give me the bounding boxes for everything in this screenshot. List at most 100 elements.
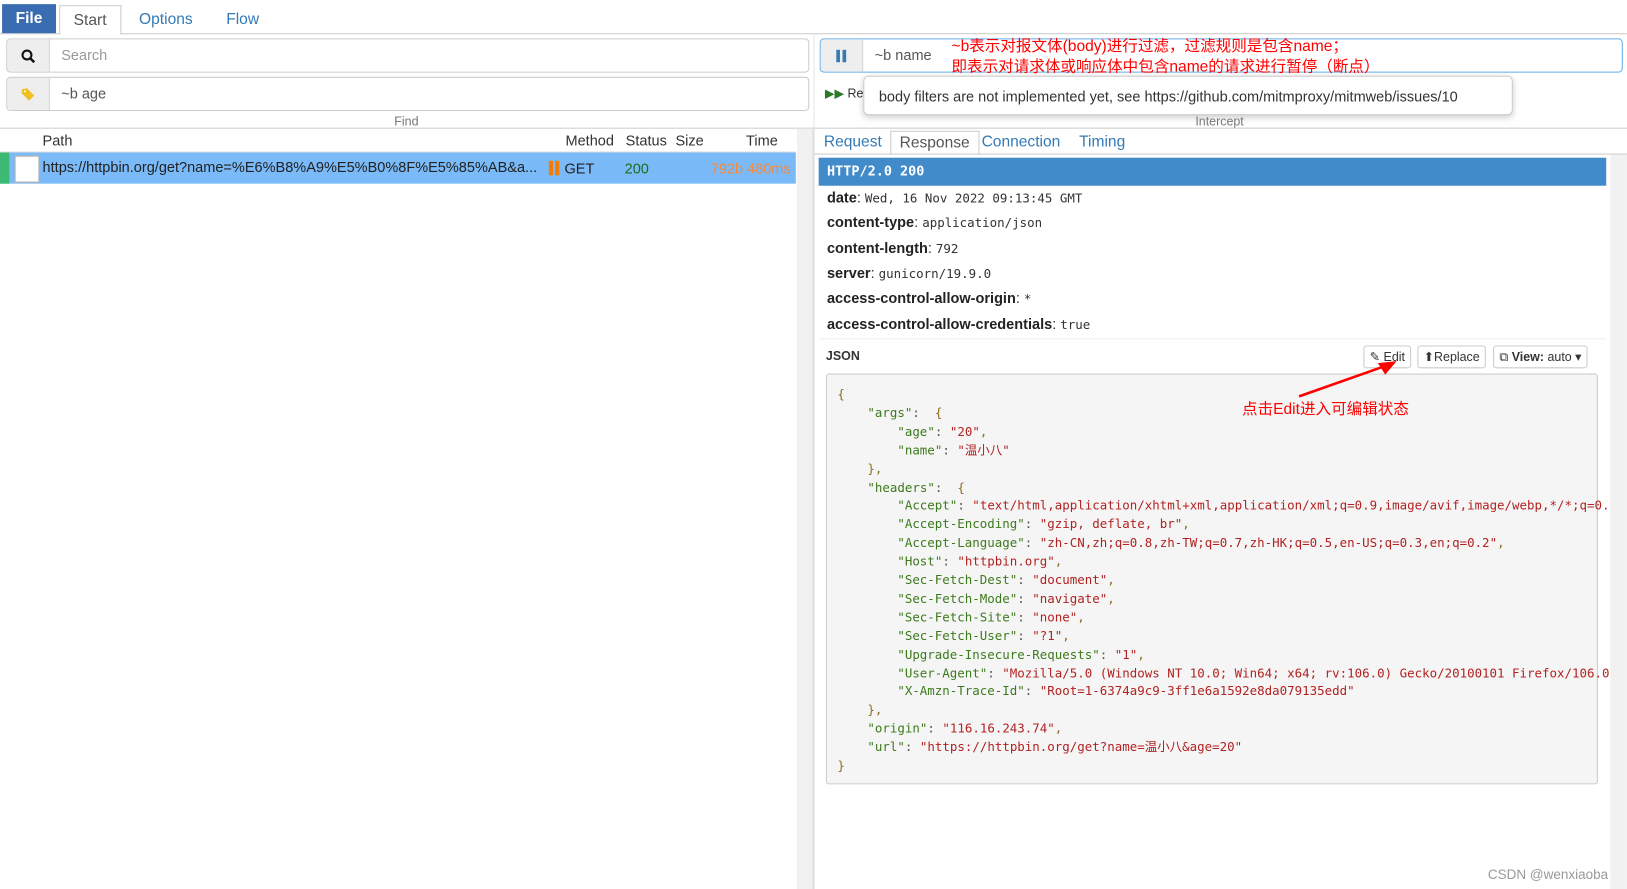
- json-line: },: [837, 459, 882, 478]
- json-line: "Sec-Fetch-Site": "none",: [897, 609, 1085, 625]
- header-row: content-length: 792: [826, 239, 959, 256]
- json-key: "age": [897, 424, 935, 439]
- json-string: "1": [1114, 647, 1138, 662]
- flow-status: 200: [624, 159, 649, 177]
- json-punct: ,: [1182, 517, 1190, 532]
- json-line: "args": {: [867, 405, 943, 421]
- json-line: }: [837, 756, 845, 775]
- tab-response[interactable]: Response: [890, 130, 980, 156]
- flow-table-header: Path Method Status Size Time: [0, 129, 796, 153]
- divider: [813, 33, 815, 129]
- response-status-line: HTTP/2.0 200: [818, 157, 1607, 186]
- splitter[interactable]: [812, 128, 815, 889]
- header-row: access-control-allow-origin: *: [826, 289, 1032, 307]
- header-value: true: [1060, 316, 1091, 332]
- json-key: "Sec-Fetch-Mode": [897, 591, 1018, 606]
- json-string: "text/html,application/xhtml+xml,applica…: [972, 498, 1624, 513]
- json-key: "headers": [867, 479, 935, 495]
- header-name: content-type: [826, 214, 915, 231]
- highlight-group: ~b age: [6, 76, 810, 112]
- json-line: "age": "20",: [897, 424, 988, 439]
- annotation-filter-1: ~b表示对报文体(body)进行过滤，过滤规则是包含name；: [951, 37, 1349, 55]
- header-value: *: [1023, 291, 1032, 307]
- json-punct: {: [927, 405, 943, 421]
- col-path[interactable]: Path: [43, 132, 73, 149]
- json-key: "Accept-Encoding": [897, 517, 1025, 532]
- json-punct: ,: [1054, 554, 1063, 569]
- header-name: server: [826, 264, 871, 282]
- col-size[interactable]: Size: [675, 132, 703, 149]
- tab-connection[interactable]: Connection: [973, 131, 1068, 154]
- search-group: Search: [6, 38, 810, 73]
- row-marker: [0, 152, 10, 184]
- tag-icon: [7, 77, 50, 110]
- highlight-input[interactable]: ~b age: [50, 78, 808, 110]
- header-value: Wed, 16 Nov 2022 09:13:45 GMT: [864, 190, 1083, 206]
- json-key: "Accept-Language": [897, 535, 1025, 551]
- json-string: "Root=1-6374a9c9-3ff1e6a1592e8da079135ed…: [1039, 684, 1355, 699]
- table-row[interactable]: https://httpbin.org/get?name=%E6%B8%A9%E…: [0, 152, 796, 184]
- json-punct: ,: [1054, 721, 1063, 736]
- header-value: gunicorn/19.9.0: [878, 266, 992, 282]
- col-status[interactable]: Status: [626, 132, 667, 149]
- annotation-edit: 点击Edit进入可编辑状态: [1242, 400, 1409, 419]
- resume-all-button[interactable]: ▶▶ Resume: [825, 86, 867, 101]
- json-line: "Sec-Fetch-Dest": "document",: [897, 572, 1115, 588]
- upload-icon: ⬆: [1423, 349, 1435, 365]
- header-row: server: gunicorn/19.9.0: [826, 264, 992, 282]
- search-icon: [7, 39, 50, 72]
- header-name: access-control-allow-credentials: [826, 314, 1053, 332]
- tab-options[interactable]: Options: [126, 5, 207, 33]
- header-name: date: [826, 188, 857, 206]
- tab-flow[interactable]: Flow: [213, 5, 273, 33]
- json-key: "User-Agent": [897, 665, 988, 681]
- json-body-viewer[interactable]: { "args": { "age": "20", "name": "温小八" }…: [825, 373, 1627, 785]
- col-method[interactable]: Method: [565, 132, 613, 149]
- tab-request[interactable]: Request: [816, 131, 891, 154]
- fast-forward-icon: ▶▶: [824, 86, 845, 101]
- json-line: "Sec-Fetch-User": "?1",: [897, 628, 1070, 643]
- tab-timing[interactable]: Timing: [1071, 131, 1134, 154]
- json-punct: ,: [1497, 535, 1505, 551]
- json-key: "origin": [867, 721, 928, 736]
- json-punct: },: [867, 702, 883, 718]
- header-row: date: Wed, 16 Nov 2022 09:13:45 GMT: [826, 188, 1083, 206]
- json-line: {: [837, 385, 845, 404]
- json-line: "User-Agent": "Mozilla/5.0 (Windows NT 1…: [837, 664, 1624, 683]
- search-input[interactable]: Search: [50, 39, 808, 71]
- header-value: application/json: [922, 216, 1043, 231]
- annotation-filter-2: 即表示对请求体或响应体中包含name的请求进行暂停（断点）: [951, 58, 1380, 76]
- json-key: "name": [897, 442, 943, 458]
- json-punct: ,: [1107, 591, 1115, 606]
- tab-start[interactable]: Start: [59, 5, 122, 36]
- tab-file[interactable]: File: [2, 4, 56, 34]
- json-line: "Accept": "text/html,application/xhtml+x…: [837, 496, 1627, 515]
- flow-list-scrollbar[interactable]: [796, 128, 813, 889]
- json-punct: {: [949, 479, 965, 495]
- json-key: "Accept": [897, 498, 958, 513]
- json-string: "httpbin.org": [957, 554, 1055, 569]
- divider: [818, 338, 1607, 340]
- col-time[interactable]: Time: [746, 132, 778, 149]
- mitmweb-window: File Start Options Flow Search ~b age Fi…: [0, 0, 1627, 889]
- json-key: "Sec-Fetch-Dest": [897, 572, 1018, 588]
- intercepted-icon-bar: [555, 160, 560, 176]
- json-line: "Upgrade-Insecure-Requests": "1",: [897, 647, 1145, 662]
- json-string: "116.16.243.74": [942, 721, 1055, 736]
- json-key: "Host": [897, 554, 943, 569]
- json-line: "Sec-Fetch-Mode": "navigate",: [897, 591, 1115, 606]
- main-menu: File Start Options Flow: [0, 0, 1627, 36]
- json-string: "navigate": [1032, 591, 1108, 606]
- pause-icon[interactable]: [820, 39, 864, 72]
- caret-down-icon: ▾: [1575, 349, 1582, 365]
- detail-scrollbar[interactable]: [1610, 154, 1627, 889]
- document-icon: [14, 155, 40, 183]
- replace-button[interactable]: ⬆Replace: [1417, 345, 1486, 369]
- json-punct: }: [837, 758, 845, 774]
- json-punct: ,: [1077, 609, 1085, 625]
- view-mode-dropdown[interactable]: ⧉ View: auto ▾: [1493, 345, 1588, 369]
- json-line: },: [837, 701, 882, 720]
- header-row: access-control-allow-credentials: true: [826, 314, 1091, 332]
- json-line: "headers": {: [867, 479, 965, 495]
- watermark: CSDN @wenxiaoba: [1487, 866, 1609, 882]
